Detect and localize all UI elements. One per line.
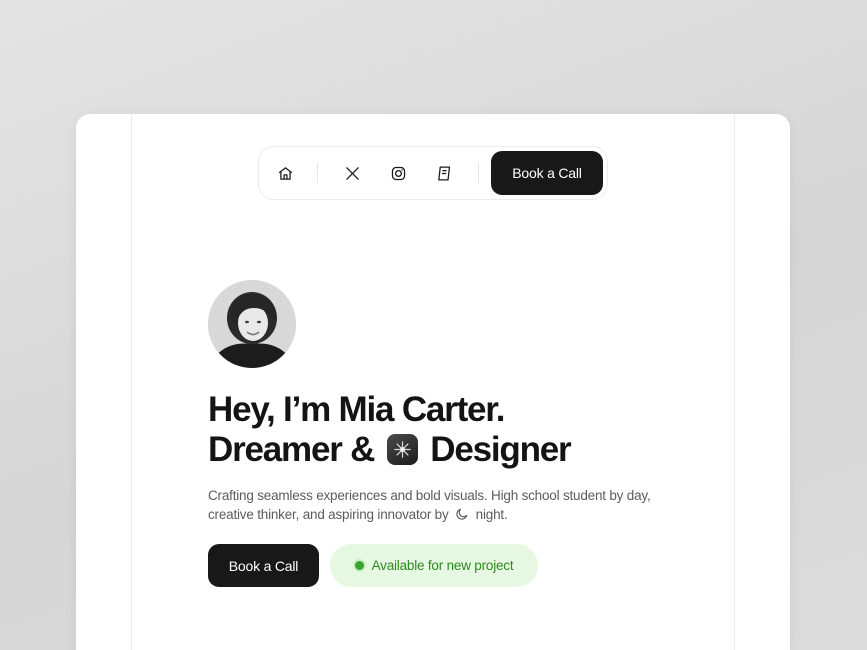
instagram-icon[interactable] — [388, 163, 408, 183]
headline-dreamer: Dreamer & — [208, 430, 375, 469]
notes-icon[interactable] — [434, 163, 454, 183]
flower-icon — [386, 434, 418, 465]
headline-line-1: Hey, I’m Mia Carter. — [208, 390, 506, 429]
headline-designer: Designer — [430, 430, 571, 469]
status-badge: Available for new project — [330, 544, 538, 587]
layout-guide-left — [131, 114, 132, 650]
status-dot-icon — [354, 561, 364, 570]
page-title: Hey, I’m Mia Carter. Dreamer & Designer — [208, 390, 688, 470]
bio-text-main: Crafting seamless experiences and bold v… — [208, 488, 651, 522]
nav-book-call-button[interactable]: Book a Call — [491, 151, 603, 195]
headline-line-2: Dreamer & Designer — [208, 430, 688, 470]
bio-text-end: night. — [475, 507, 508, 522]
nav-separator — [317, 163, 318, 183]
top-nav: Book a Call — [258, 146, 608, 200]
nav-separator — [478, 163, 479, 183]
status-label: Available for new project — [371, 558, 514, 573]
portfolio-card: Book a Call Hey, I’m Mia Carter. Dreamer… — [76, 114, 790, 650]
avatar — [208, 280, 296, 368]
layout-guide-right — [734, 114, 735, 650]
x-logo-icon[interactable] — [342, 163, 362, 183]
book-call-button[interactable]: Book a Call — [208, 544, 319, 587]
moon-icon — [455, 507, 469, 521]
home-icon[interactable] — [275, 163, 295, 183]
bio-text: Crafting seamless experiences and bold v… — [208, 486, 653, 524]
